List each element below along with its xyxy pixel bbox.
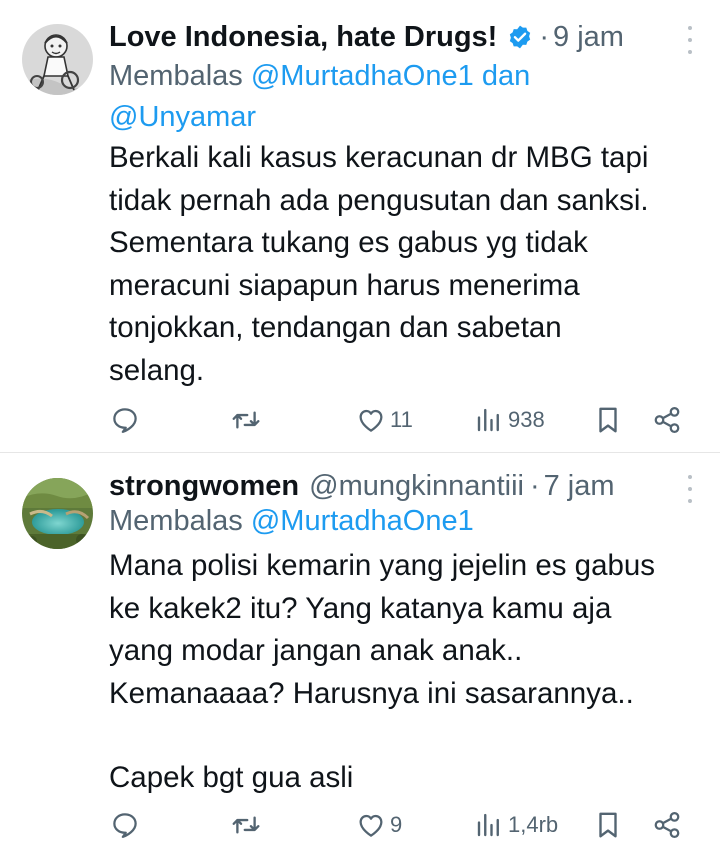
avatar[interactable] [22, 478, 93, 549]
bookmark-icon [599, 407, 617, 433]
separator-dot: · [529, 470, 540, 502]
action-bar: 11 938 [0, 400, 720, 440]
tweet-text: Mana polisi kemarin yang jejelin es gabu… [109, 545, 696, 800]
tweet[interactable]: strongwomen @mungkinnantiii · 7 jam Memb… [0, 453, 720, 858]
user-handle[interactable]: @mungkinnantiii [309, 469, 524, 503]
retweet-icon [232, 411, 260, 429]
mention-link[interactable]: @Unyamar [109, 101, 256, 133]
view-count: 1,4rb [508, 812, 559, 837]
reply-icon [113, 813, 137, 838]
tweet-text-line: Sementara tukang es gabus yg tidak [109, 226, 588, 259]
tweet-text: Berkali kali kasus keracunan dr MBG tapi… [109, 137, 696, 392]
timestamp[interactable]: 7 jam [544, 469, 615, 503]
tweet[interactable]: Love Indonesia, hate Drugs! · 9 jam Memb… [0, 0, 720, 452]
views-button[interactable]: 938 [474, 400, 545, 440]
tweet-text-line: ke kakek2 itu? Yang katanya kamu aja [109, 591, 612, 625]
heart-icon [359, 409, 383, 432]
tweet-text-line: Capek bgt gua asli [109, 761, 354, 794]
tweet-text-line: Berkali kali kasus keracunan dr MBG tapi [109, 141, 649, 174]
share-button[interactable] [652, 400, 682, 440]
share-icon [654, 812, 680, 838]
more-options-icon[interactable] [684, 26, 696, 54]
timestamp[interactable]: 9 jam [553, 20, 624, 54]
reply-prefix: Membalas [109, 505, 243, 537]
like-button[interactable]: 9 [356, 805, 402, 845]
share-icon [654, 407, 680, 433]
display-name[interactable]: Love Indonesia, hate Drugs! [109, 20, 497, 54]
landscape-photo-avatar-icon [22, 478, 93, 549]
tweet-text-line: tonjokkan, tendangan dan sabetan [109, 311, 562, 344]
verified-badge-icon[interactable] [507, 24, 533, 50]
bookmark-button[interactable] [594, 805, 622, 845]
avatar[interactable] [22, 24, 93, 95]
tweet-text-line: tidak pernah ada pengusutan dan sanksi. [109, 183, 649, 217]
cartoon-person-avatar-icon [22, 24, 93, 95]
views-bar-chart-icon [477, 813, 499, 837]
tweet-header: strongwomen @mungkinnantiii · 7 jam [109, 469, 660, 503]
retweet-icon [232, 816, 260, 834]
tweet-text-line: yang modar jangan anak anak.. [109, 634, 523, 667]
action-bar: 9 1,4rb [0, 805, 720, 845]
retweet-button[interactable] [230, 400, 262, 440]
reply-button[interactable] [110, 400, 140, 440]
reply-joiner: dan [481, 60, 531, 92]
tweet-text-line: meracuni siapapun harus menerima [109, 268, 580, 302]
view-count: 938 [508, 407, 545, 432]
bookmark-button[interactable] [594, 400, 622, 440]
reply-button[interactable] [110, 805, 140, 845]
like-count: 9 [390, 812, 403, 837]
tweet-header: Love Indonesia, hate Drugs! · 9 jam [109, 20, 660, 54]
tweet-text-line: Mana polisi kemarin yang jejelin es gabu… [109, 549, 656, 582]
bookmark-icon [599, 812, 617, 838]
separator-dot: · [539, 21, 550, 53]
tweet-text-line: selang. [109, 353, 205, 387]
reply-prefix: Membalas [109, 60, 243, 92]
views-bar-chart-icon [477, 408, 499, 432]
mention-link[interactable]: @MurtadhaOne1 [251, 505, 474, 537]
mention-link[interactable]: @MurtadhaOne1 [251, 60, 474, 92]
retweet-button[interactable] [230, 805, 262, 845]
reply-context: Membalas @MurtadhaOne1 dan @Unyamar [109, 56, 690, 138]
share-button[interactable] [652, 805, 682, 845]
like-button[interactable]: 11 [356, 400, 413, 440]
heart-icon [359, 814, 383, 837]
tweet-text-line: Kemanaaaa? Harusnya ini sasarannya.. [109, 676, 634, 710]
more-options-icon[interactable] [684, 475, 696, 503]
display-name[interactable]: strongwomen [109, 469, 299, 503]
like-count: 11 [390, 407, 413, 432]
reply-icon [113, 408, 137, 433]
views-button[interactable]: 1,4rb [474, 805, 558, 845]
reply-context: Membalas @MurtadhaOne1 [109, 501, 690, 542]
